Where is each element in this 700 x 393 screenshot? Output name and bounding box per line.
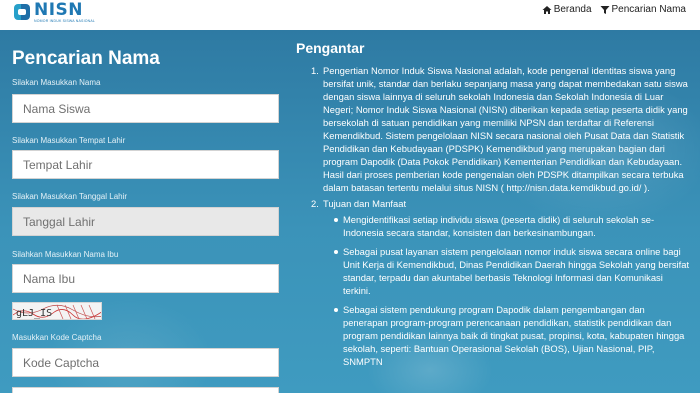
captcha-label: Masukkan Kode Captcha [12, 333, 102, 342]
intro-item-number: 1. [311, 65, 319, 76]
intro-item-text: Tujuan dan Manfaat [323, 198, 407, 209]
intro-item-1: 1. Pengertian Nomor Induk Siswa Nasional… [296, 64, 692, 194]
intro-title: Pengantar [296, 40, 365, 56]
captcha-image: gLJ_IS [12, 302, 102, 320]
nav-pencarian-nama-label: Pencarian Nama [611, 4, 686, 15]
nisn-logo[interactable]: NISN NOMOR INDUK SISWA NASIONAL [12, 1, 95, 23]
logo-subtitle: NOMOR INDUK SISWA NASIONAL [34, 19, 96, 23]
bullet-text: Sebagai pusat layanan sistem pengelolaan… [343, 246, 690, 296]
bullet-dot-icon [334, 250, 338, 254]
intro-content: 1. Pengertian Nomor Induk Siswa Nasional… [296, 64, 692, 374]
bullet-dot-icon [334, 218, 338, 222]
intro-item-2: 2. Tujuan dan Manfaat [296, 197, 692, 210]
bullet-dot-icon [334, 308, 338, 312]
home-icon [542, 5, 552, 14]
intro-item-number: 2. [311, 198, 319, 209]
logo-mark-icon [12, 1, 32, 23]
nav-beranda-link[interactable]: Beranda [542, 4, 592, 15]
captcha-text: gLJ_IS [16, 308, 52, 319]
top-header: NISN NOMOR INDUK SISWA NASIONAL Beranda … [0, 0, 700, 30]
top-nav: Beranda Pencarian Nama [542, 4, 686, 15]
tujuan-bullet-list: Mengidentifikasi setiap individu siswa (… [296, 213, 692, 368]
logo-text: NISN [34, 0, 84, 20]
list-item: Sebagai sistem pendukung program Dapodik… [296, 303, 692, 368]
nav-beranda-label: Beranda [553, 4, 592, 15]
list-item: Mengidentifikasi setiap individu siswa (… [296, 213, 692, 239]
tanggal-lahir-label: Silakan Masukkan Tanggal Lahir [12, 192, 128, 201]
list-item: Sebagai pusat layanan sistem pengelolaan… [296, 245, 692, 297]
form-title: Pencarian Nama [12, 48, 160, 69]
nama-ibu-input[interactable] [12, 264, 279, 293]
intro-item-text: Pengertian Nomor Induk Siswa Nasional ad… [323, 65, 688, 193]
nav-pencarian-nama-link[interactable]: Pencarian Nama [600, 4, 686, 15]
nama-siswa-input[interactable] [12, 94, 279, 123]
tempat-lahir-label: Silakan Masukkan Tempat Lahir [12, 136, 126, 145]
captcha-input[interactable] [12, 348, 279, 377]
nama-ibu-label: Silahkan Masukkan Nama Ibu [12, 250, 119, 259]
filter-icon [600, 5, 610, 14]
tempat-lahir-input[interactable] [12, 150, 279, 179]
bullet-text: Sebagai sistem pendukung program Dapodik… [343, 304, 685, 367]
search-button[interactable] [12, 387, 279, 393]
tanggal-lahir-input[interactable] [12, 207, 279, 236]
bullet-text: Mengidentifikasi setiap individu siswa (… [343, 214, 655, 238]
nama-siswa-label: Silakan Masukkan Nama [12, 78, 101, 87]
